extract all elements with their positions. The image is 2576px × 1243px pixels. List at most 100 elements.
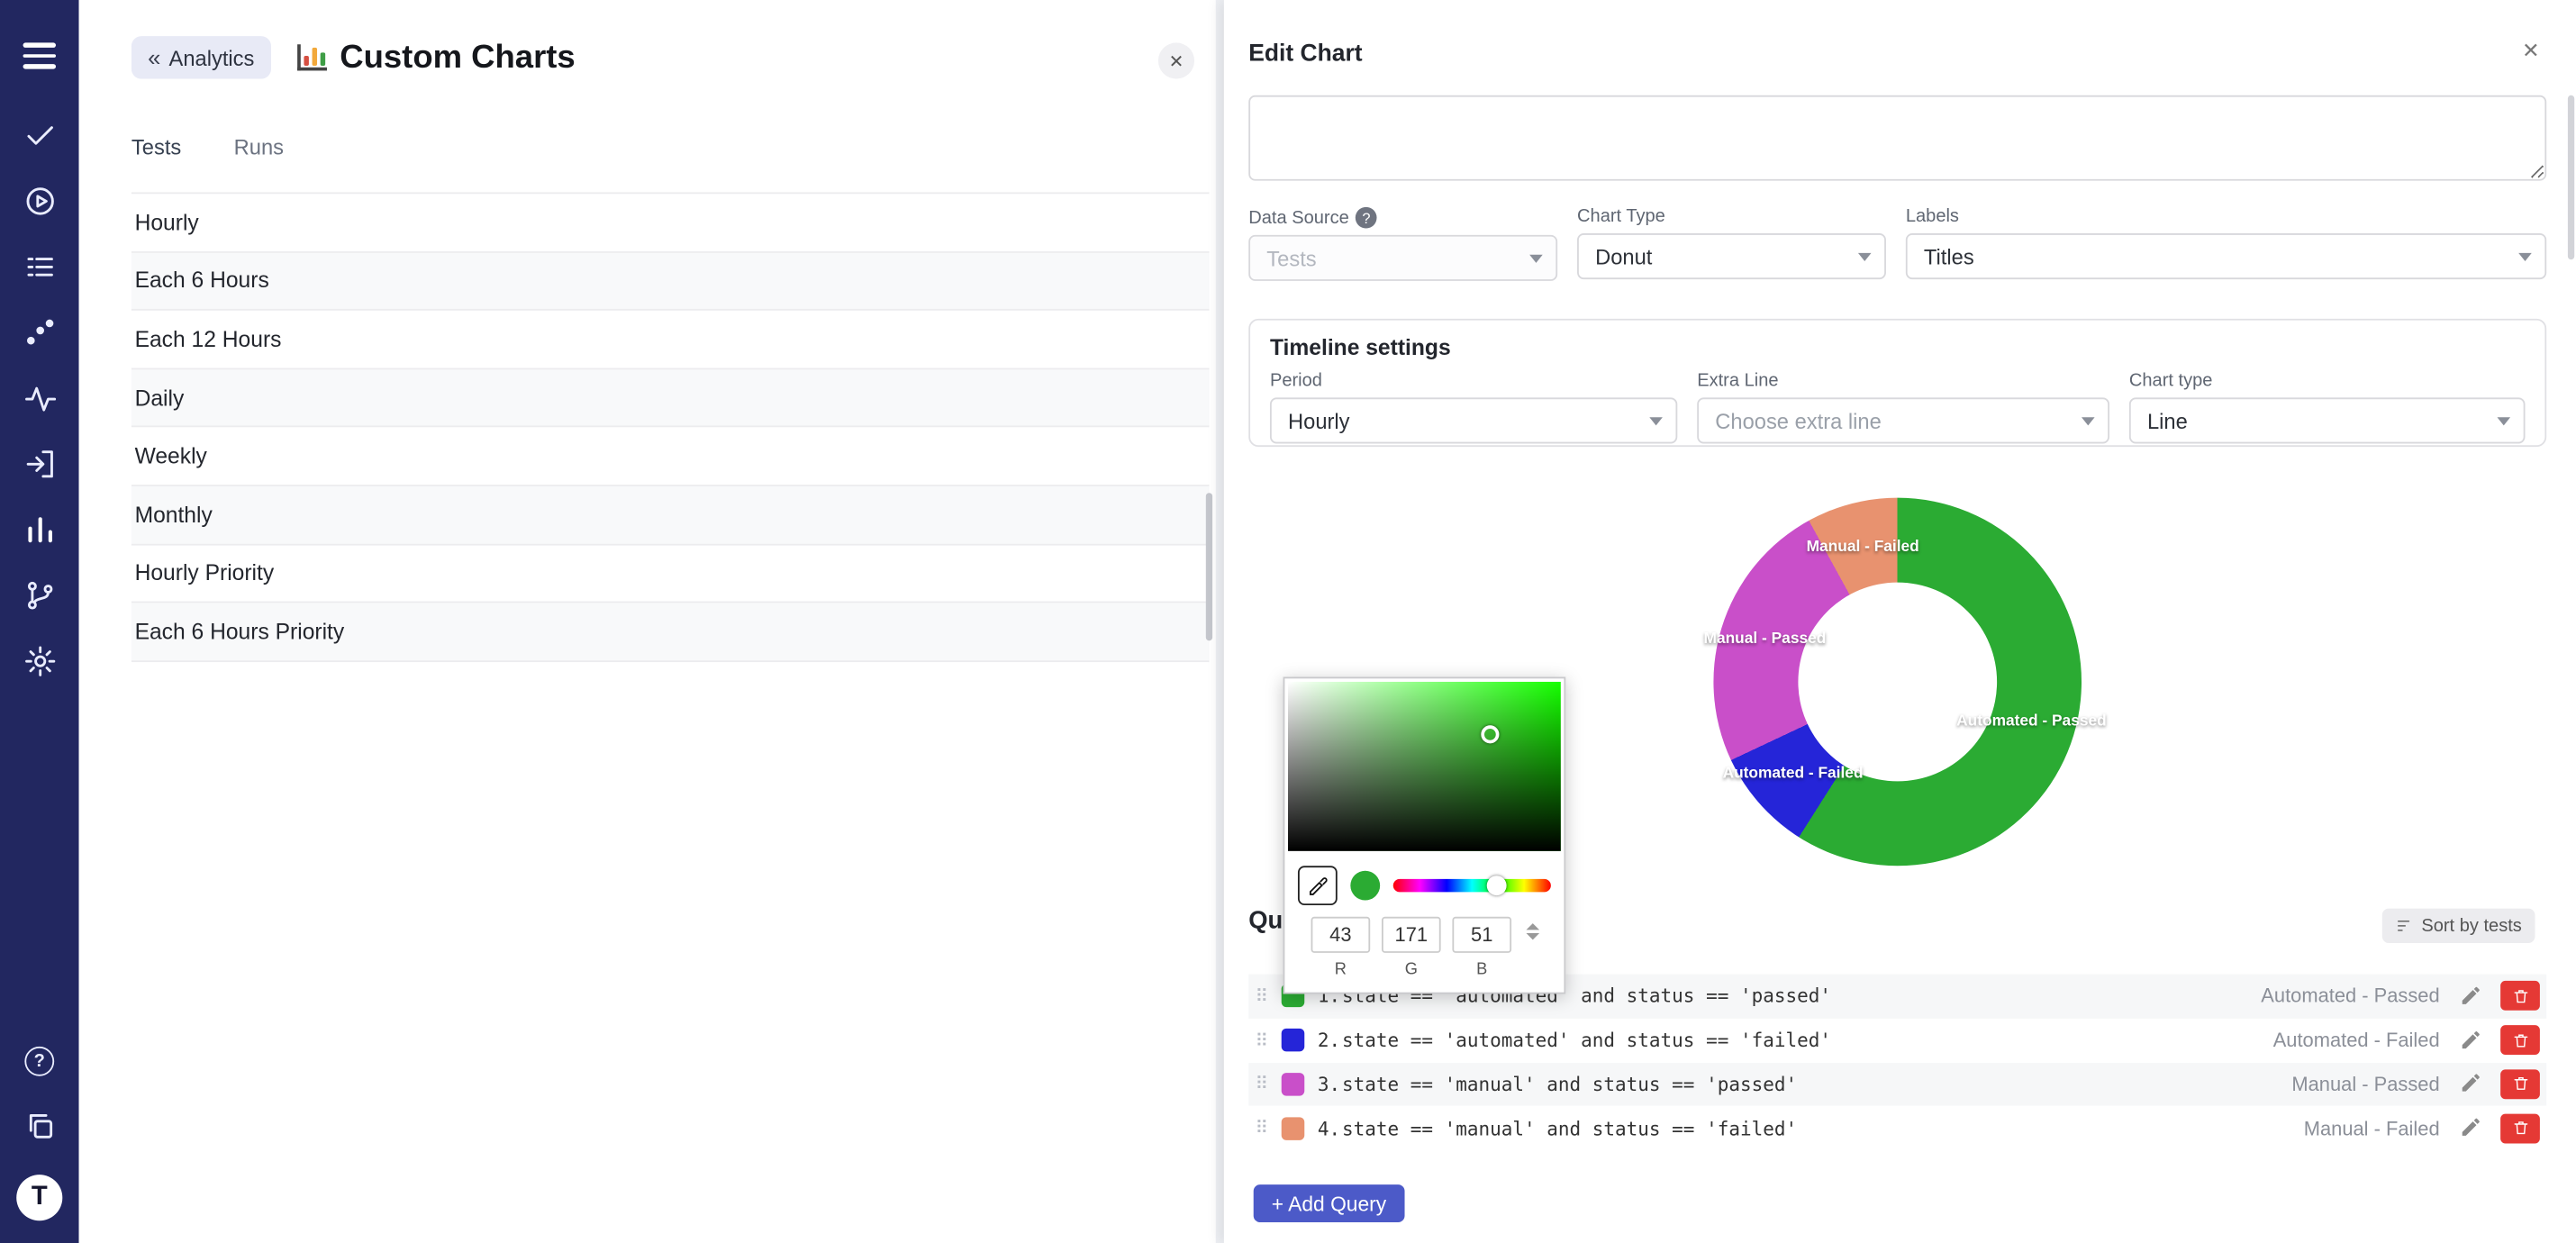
help-circle-icon[interactable]: ?	[24, 1046, 54, 1075]
panel-scrollbar[interactable]	[1206, 493, 1212, 640]
bar-chart-icon[interactable]	[22, 513, 58, 549]
red-input[interactable]	[1311, 917, 1371, 953]
sort-by-tests-button[interactable]: Sort by tests	[2382, 909, 2535, 943]
drag-handle-icon[interactable]: ⠿	[1256, 1074, 1279, 1095]
list-item[interactable]: Monthly	[132, 486, 1210, 545]
query-number: 3.	[1318, 1073, 1340, 1096]
donut-slice-label: Manual - Failed	[1807, 538, 1919, 556]
timeline-chart-type-select[interactable]: Line	[2129, 397, 2526, 443]
chevron-down-icon	[2082, 417, 2095, 425]
list-item[interactable]: Each 12 Hours	[132, 311, 1210, 369]
chart-list: Hourly Each 6 Hours Each 12 Hours Daily …	[132, 192, 1210, 661]
blue-input[interactable]	[1452, 917, 1511, 953]
back-to-analytics-button[interactable]: « Analytics	[132, 36, 271, 78]
red-label: R	[1335, 961, 1347, 979]
list-item[interactable]: Daily	[132, 369, 1210, 428]
data-source-label: Data Source	[1248, 208, 1349, 228]
delete-query-button[interactable]	[2500, 982, 2540, 1012]
sort-icon	[2395, 917, 2413, 935]
query-list: ⠿ 1. state == 'automated' and status == …	[1248, 975, 2546, 1151]
labels-field: Labels Titles	[1906, 207, 2546, 281]
delete-query-button[interactable]	[2500, 1069, 2540, 1099]
hue-handle[interactable]	[1487, 876, 1507, 895]
query-color-swatch[interactable]	[1282, 1029, 1305, 1052]
play-circle-icon[interactable]	[22, 184, 58, 220]
blue-channel: B	[1452, 917, 1511, 979]
period-label: Period	[1270, 371, 1677, 391]
period-select[interactable]: Hourly	[1270, 397, 1677, 443]
check-icon[interactable]	[22, 118, 58, 154]
period-field: Period Hourly	[1270, 371, 1677, 443]
tab-runs[interactable]: Runs	[234, 135, 284, 159]
activity-pulse-icon[interactable]	[22, 381, 58, 417]
green-input[interactable]	[1382, 917, 1441, 953]
query-label: Automated - Passed	[2261, 984, 2439, 1008]
query-label: Automated - Failed	[2273, 1029, 2440, 1052]
delete-query-button[interactable]	[2500, 1026, 2540, 1056]
timeline-settings-title: Timeline settings	[1270, 335, 2526, 359]
list-item[interactable]: Each 6 Hours Priority	[132, 603, 1210, 662]
list-item[interactable]: Weekly	[132, 428, 1210, 486]
chevron-down-icon	[2518, 253, 2532, 261]
saturation-area[interactable]	[1288, 682, 1561, 851]
query-color-swatch[interactable]	[1282, 1117, 1305, 1140]
extra-line-select[interactable]: Choose extra line	[1697, 397, 2109, 443]
saturation-handle[interactable]	[1481, 725, 1499, 743]
data-source-select[interactable]: Tests	[1248, 235, 1557, 281]
hue-slider[interactable]	[1393, 879, 1551, 893]
query-row: ⠿ 4. state == 'manual' and status == 'fa…	[1248, 1106, 2546, 1150]
help-icon[interactable]: ?	[1356, 207, 1377, 229]
hamburger-menu-icon[interactable]	[23, 36, 56, 75]
trash-icon	[2511, 1075, 2529, 1093]
extra-line-label: Extra Line	[1697, 371, 2109, 391]
current-color-swatch	[1350, 871, 1380, 901]
panel-close-button[interactable]: ✕	[1158, 42, 1194, 78]
app-logo[interactable]: T	[16, 1174, 62, 1220]
drawer-close-button[interactable]: ✕	[2522, 38, 2540, 64]
edit-pencil-icon[interactable]	[2460, 1116, 2484, 1140]
drag-handle-icon[interactable]: ⠿	[1256, 985, 1279, 1007]
git-branch-icon[interactable]	[22, 578, 58, 614]
gear-icon[interactable]	[22, 644, 58, 680]
data-source-field: Data Source? Tests	[1248, 207, 1557, 281]
format-toggle-icon[interactable]	[1523, 923, 1539, 939]
list-checks-icon[interactable]	[22, 250, 58, 286]
donut-slice-label: Manual - Passed	[1704, 630, 1827, 648]
tab-tests[interactable]: Tests	[132, 135, 181, 159]
query-code: state == 'manual' and status == 'passed'	[1342, 1073, 2291, 1096]
list-item[interactable]: Each 6 Hours	[132, 252, 1210, 311]
edit-pencil-icon[interactable]	[2460, 984, 2484, 1008]
scatter-dots-icon[interactable]	[22, 315, 58, 351]
blue-label: B	[1476, 961, 1487, 979]
chart-text-input[interactable]	[1248, 95, 2546, 181]
chevrons-left-icon: «	[148, 44, 160, 70]
query-color-swatch[interactable]	[1282, 1073, 1305, 1096]
extra-line-field: Extra Line Choose extra line	[1697, 371, 2109, 443]
panel-tabs: Tests Runs	[132, 135, 284, 159]
edit-pencil-icon[interactable]	[2460, 1028, 2484, 1052]
delete-query-button[interactable]	[2500, 1113, 2540, 1143]
list-item[interactable]: Hourly Priority	[132, 545, 1210, 603]
eyedropper-button[interactable]	[1298, 866, 1338, 905]
trash-icon	[2511, 1031, 2529, 1049]
drag-handle-icon[interactable]: ⠿	[1256, 1118, 1279, 1139]
custom-charts-panel: « Analytics Custom Charts ✕ Tests Runs H…	[79, 0, 1216, 1243]
panel-header: « Analytics Custom Charts	[132, 36, 576, 78]
timeline-chart-type-label: Chart type	[2129, 371, 2526, 391]
drag-handle-icon[interactable]: ⠿	[1256, 1030, 1279, 1051]
list-item[interactable]: Hourly	[132, 194, 1210, 252]
drawer-scrollbar[interactable]	[2568, 95, 2574, 259]
import-icon[interactable]	[22, 447, 58, 483]
edit-chart-drawer: Edit Chart ✕ Data Source? Tests Chart Ty…	[1224, 0, 2576, 1243]
red-channel: R	[1311, 917, 1371, 979]
green-channel: G	[1382, 917, 1441, 979]
labels-label: Labels	[1906, 207, 2546, 227]
labels-select[interactable]: Titles	[1906, 233, 2546, 279]
copy-icon[interactable]	[22, 1108, 58, 1144]
chart-type-select[interactable]: Donut	[1577, 233, 1886, 279]
add-query-button[interactable]: + Add Query	[1254, 1184, 1405, 1222]
chart-type-label: Chart Type	[1577, 207, 1886, 227]
query-label: Manual - Failed	[2304, 1117, 2440, 1140]
edit-pencil-icon[interactable]	[2460, 1072, 2484, 1096]
query-code: state == 'manual' and status == 'failed'	[1342, 1117, 2304, 1140]
